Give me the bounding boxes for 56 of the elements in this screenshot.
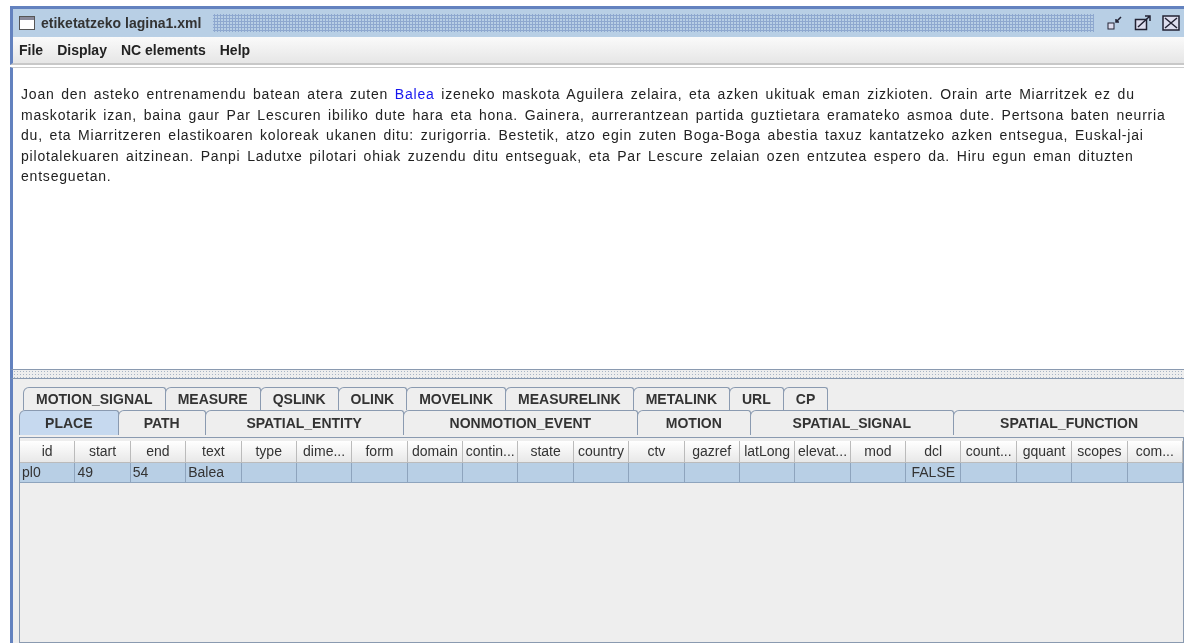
restore-icon[interactable] bbox=[1106, 15, 1124, 31]
column-header[interactable]: dcl bbox=[906, 441, 962, 463]
table-cell bbox=[296, 463, 353, 483]
column-header[interactable]: com... bbox=[1127, 441, 1183, 463]
table-cell: FALSE bbox=[906, 463, 962, 483]
column-header[interactable]: gazref bbox=[684, 441, 740, 463]
table-cell bbox=[1127, 463, 1183, 483]
column-header[interactable]: domain bbox=[407, 441, 464, 463]
column-header[interactable]: mod bbox=[850, 441, 907, 463]
table-cell bbox=[518, 463, 574, 483]
column-header[interactable]: country bbox=[573, 441, 630, 463]
column-header[interactable]: id bbox=[20, 441, 76, 463]
column-header[interactable]: end bbox=[130, 441, 187, 463]
tab[interactable]: MOTION_SIGNAL bbox=[23, 387, 166, 410]
table-cell bbox=[1072, 463, 1128, 483]
column-header[interactable]: state bbox=[518, 441, 574, 463]
close-icon[interactable] bbox=[1162, 15, 1180, 31]
column-header[interactable]: text bbox=[186, 441, 242, 463]
highlighted-word[interactable]: Balea bbox=[394, 86, 435, 102]
window-title: etiketatzeko lagina1.xml bbox=[41, 15, 202, 31]
menu-item[interactable]: NC elements bbox=[120, 42, 206, 58]
window-icon bbox=[19, 16, 35, 30]
menu-item[interactable]: Display bbox=[57, 42, 107, 58]
table-cell bbox=[629, 463, 685, 483]
table-cell bbox=[684, 463, 740, 483]
table-cell bbox=[407, 463, 464, 483]
column-header[interactable]: gquant bbox=[1016, 441, 1073, 463]
column-header[interactable]: start bbox=[75, 441, 131, 463]
column-header[interactable]: form bbox=[352, 441, 408, 463]
table-cell bbox=[961, 463, 1017, 483]
table-cell bbox=[463, 463, 519, 483]
table-cell: Balea bbox=[186, 463, 242, 483]
table-cell bbox=[739, 463, 796, 483]
table-cell: 49 bbox=[75, 463, 131, 483]
menu-item[interactable]: File bbox=[19, 42, 44, 58]
table-cell bbox=[850, 463, 907, 483]
tab[interactable]: CP bbox=[782, 387, 829, 410]
tab[interactable]: PLACE bbox=[19, 410, 119, 435]
table-cell bbox=[241, 463, 297, 483]
table-cell bbox=[573, 463, 630, 483]
table-cell bbox=[1016, 463, 1073, 483]
column-header[interactable]: count... bbox=[961, 441, 1017, 463]
maximize-icon[interactable] bbox=[1134, 15, 1152, 31]
column-header[interactable]: dime... bbox=[296, 441, 353, 463]
column-header[interactable]: scopes bbox=[1072, 441, 1128, 463]
column-header[interactable]: type bbox=[241, 441, 297, 463]
table-cell: pl0 bbox=[20, 463, 76, 483]
table-cell bbox=[352, 463, 408, 483]
table-cell: 54 bbox=[130, 463, 187, 483]
column-header[interactable]: contin... bbox=[463, 441, 519, 463]
menu-item[interactable]: Help bbox=[219, 42, 251, 58]
tab[interactable]: QSLINK bbox=[259, 387, 339, 410]
column-header[interactable]: latLong bbox=[739, 441, 796, 463]
table-cell bbox=[795, 463, 851, 483]
column-header[interactable]: ctv bbox=[629, 441, 685, 463]
column-header[interactable]: elevat... bbox=[795, 441, 851, 463]
